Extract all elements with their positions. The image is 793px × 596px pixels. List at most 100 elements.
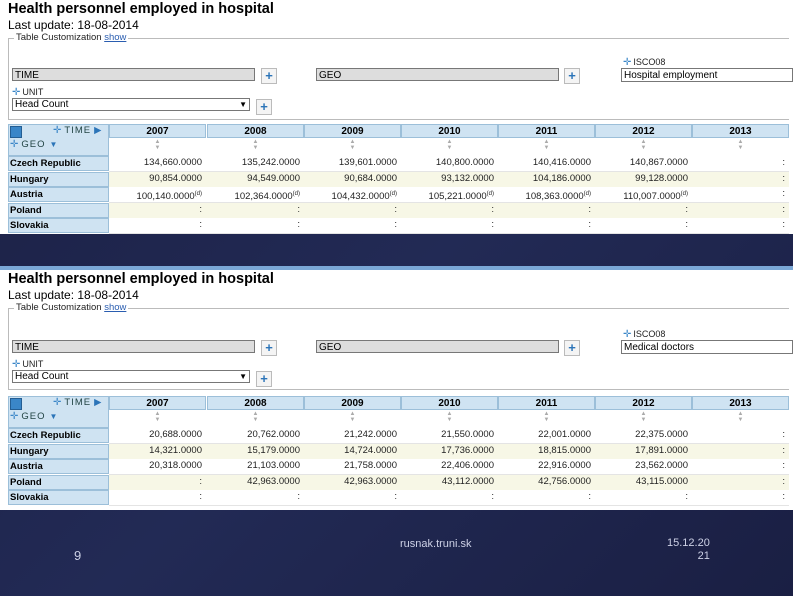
isco-label: ✛ ISCO08 [623,57,665,68]
sort-icon[interactable]: ▲ ▼ [446,411,454,423]
play-arrow-icon[interactable]: ▶ [94,125,102,136]
add-time-button[interactable]: + [261,68,277,84]
cell-value: 21,103.0000 [247,460,300,471]
cell-value: 43,112.0000 [441,475,494,487]
year-header[interactable]: 2013 [692,396,789,410]
table-cell: : [109,218,206,233]
year-header[interactable]: 2009 [304,124,401,138]
year-header[interactable]: 2013 [692,124,789,138]
add-geo-button[interactable]: + [564,68,580,84]
geo-dimension-field[interactable]: GEO [316,340,559,353]
table-cell: 134,660.0000 [109,156,206,171]
year-header[interactable]: 2010 [401,396,498,410]
row-header[interactable]: Hungary [8,171,109,187]
grid-icon[interactable] [10,126,22,138]
table-cell: 21,242.0000 [304,428,401,443]
move-icon[interactable]: ✛ [53,125,62,136]
unit-label-text: UNIT [22,87,44,97]
sort-icon[interactable]: ▲ ▼ [154,139,162,151]
geo-axis-label: ✛ GEO ▼ [10,411,58,422]
unit-select[interactable]: Head Count ▼ [12,98,250,111]
row-header[interactable]: Slovakia [8,490,109,505]
cell-value: 139,601.0000 [338,157,397,168]
cell-value: : [491,219,494,230]
add-geo-button[interactable]: + [564,340,580,356]
sort-icon[interactable]: ▲ ▼ [543,411,551,423]
sort-icon[interactable]: ▲ ▼ [543,139,551,151]
dropdown-arrow-icon[interactable]: ▼ [239,99,247,111]
sort-icon[interactable]: ▲ ▼ [446,139,454,151]
move-icon[interactable]: ✛ [53,397,62,408]
year-header[interactable]: 2007 [109,124,206,138]
cell-value: 22,001.0000 [538,429,591,440]
sort-icon[interactable]: ▲ ▼ [640,411,648,423]
year-header[interactable]: 2008 [207,124,304,138]
footer-date-line2: 21 [697,550,710,562]
cell-value: 100,140.0000 [136,191,195,203]
add-unit-button[interactable]: + [256,371,272,387]
table-cell: 21,103.0000 [207,459,304,474]
row-header[interactable]: Austria [8,459,109,474]
year-header[interactable]: 2010 [401,124,498,138]
customization-show-link[interactable]: show [104,302,126,313]
add-unit-button[interactable]: + [256,99,272,115]
table-cell: : [692,490,789,505]
isco-value-field[interactable]: Medical doctors [621,340,793,354]
year-header[interactable]: 2011 [498,396,595,410]
move-icon[interactable]: ✛ [10,139,19,150]
move-icon[interactable]: ✛ [10,411,19,422]
cell-value: 140,800.0000 [435,157,494,168]
row-header[interactable]: Czech Republic [8,428,109,443]
grid-icon[interactable] [10,398,22,410]
cell-flag: (d) [194,191,202,197]
play-arrow-icon[interactable]: ▶ [94,397,102,408]
row-header[interactable]: Hungary [8,443,109,459]
dropdown-arrow-icon[interactable]: ▼ [50,412,59,421]
year-header[interactable]: 2012 [595,396,692,410]
sort-icon[interactable]: ▲ ▼ [252,411,260,423]
table-cell: : [401,490,498,505]
table-cell: 93,132.0000 [401,172,498,187]
sort-icon[interactable]: ▲ ▼ [640,139,648,151]
sort-icon[interactable]: ▲ ▼ [349,139,357,151]
sort-icon[interactable]: ▲ ▼ [737,411,745,423]
row-header[interactable]: Slovakia [8,218,109,233]
year-header[interactable]: 2011 [498,124,595,138]
unit-select[interactable]: Head Count ▼ [12,370,250,383]
table-cell: : [692,218,789,233]
dropdown-arrow-icon[interactable]: ▼ [239,371,247,383]
geo-dimension-field[interactable]: GEO [316,68,559,81]
table-cell: 140,867.0000 [595,156,692,171]
time-dimension-field[interactable]: TIME [12,340,255,353]
cell-value: : [297,203,300,215]
page-title: Health personnel employed in hospital [8,271,274,287]
dropdown-arrow-icon[interactable]: ▼ [50,140,59,149]
table-cell: 104,186.0000 [498,172,595,187]
year-header[interactable]: 2008 [207,396,304,410]
table-cell: 20,318.0000 [109,459,206,474]
add-time-button[interactable]: + [261,340,277,356]
cell-value: 102,364.0000 [234,191,293,203]
table-cell: 15,179.0000 [207,444,304,459]
table-cell: 99,128.0000 [595,172,692,187]
year-header[interactable]: 2012 [595,124,692,138]
sort-icon[interactable]: ▲ ▼ [737,139,745,151]
year-header[interactable]: 2009 [304,396,401,410]
time-dimension-field[interactable]: TIME [12,68,255,81]
row-header[interactable]: Poland [8,202,109,218]
table-cell: : [109,203,206,218]
time-axis-text: TIME [64,125,92,136]
cell-value: : [685,203,688,215]
cell-value: : [588,219,591,230]
year-header[interactable]: 2007 [109,396,206,410]
sort-icon[interactable]: ▲ ▼ [252,139,260,151]
row-header[interactable]: Austria [8,187,109,202]
sort-icon[interactable]: ▲ ▼ [349,411,357,423]
table-cell: 90,684.0000 [304,172,401,187]
row-header[interactable]: Poland [8,474,109,490]
move-icon: ✛ [12,87,21,98]
isco-value-field[interactable]: Hospital employment [621,68,793,82]
customization-show-link[interactable]: show [104,32,126,43]
row-header[interactable]: Czech Republic [8,156,109,171]
sort-icon[interactable]: ▲ ▼ [154,411,162,423]
